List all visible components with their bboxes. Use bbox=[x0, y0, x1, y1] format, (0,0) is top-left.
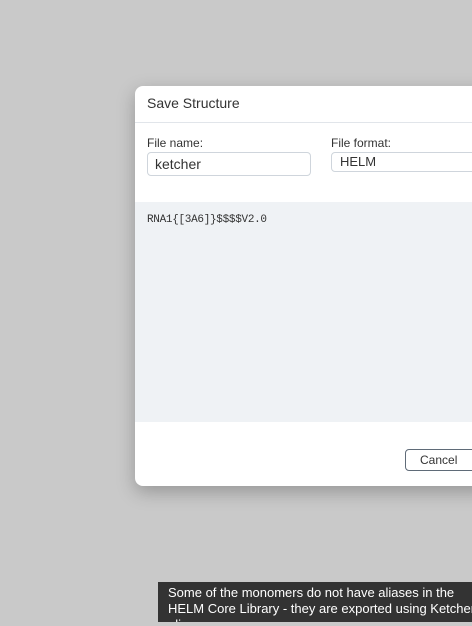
save-structure-dialog: Save Structure File name: File format: H… bbox=[135, 86, 472, 486]
cancel-button[interactable]: Cancel bbox=[405, 449, 472, 471]
file-format-select[interactable]: HELM bbox=[331, 152, 472, 172]
info-toast: Some of the monomers do not have aliases… bbox=[158, 582, 472, 622]
file-format-value: HELM bbox=[340, 154, 377, 169]
dialog-title: Save Structure bbox=[147, 95, 240, 111]
dialog-header: Save Structure bbox=[135, 86, 472, 123]
toast-message: Some of the monomers do not have aliases… bbox=[168, 585, 472, 622]
structure-preview-area[interactable]: RNA1{[3A6]}$$$$V2.0 bbox=[135, 202, 472, 422]
structure-preview-text: RNA1{[3A6]}$$$$V2.0 bbox=[147, 214, 267, 226]
file-name-input[interactable] bbox=[147, 152, 311, 176]
file-name-label: File name: bbox=[147, 136, 204, 150]
file-format-label: File format: bbox=[331, 136, 392, 150]
